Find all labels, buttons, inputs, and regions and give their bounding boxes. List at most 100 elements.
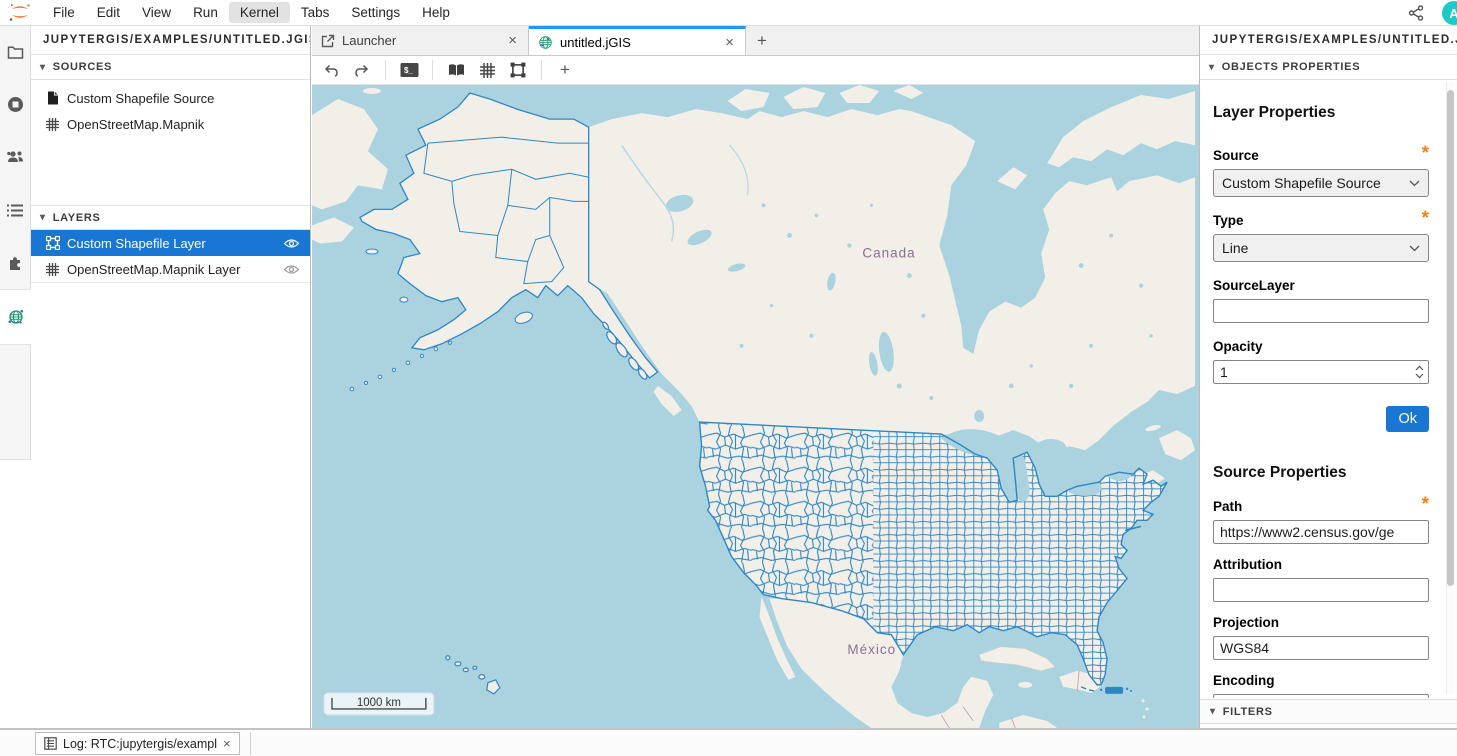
type-select[interactable]: Line <box>1213 234 1429 262</box>
grid-icon <box>45 263 60 276</box>
projection-input[interactable] <box>1213 636 1429 660</box>
attribution-field: Attribution <box>1213 555 1429 602</box>
redo-icon <box>354 64 370 77</box>
log-console-tab[interactable]: Log: RTC:jupytergis/exampl × <box>35 732 240 755</box>
jupyterlab-window: { "menubar": { "items": ["File", "Edit",… <box>0 0 1457 756</box>
activity-sidebar <box>0 26 31 728</box>
menubar-right: A <box>1408 0 1457 26</box>
console-button[interactable]: $_ <box>398 59 420 81</box>
scale-label: 1000 km <box>357 697 401 709</box>
eye-icon[interactable] <box>283 264 300 275</box>
source-item-custom-shapefile[interactable]: Custom Shapefile Source <box>31 85 310 111</box>
required-asterisk: * <box>1422 214 1429 226</box>
layer-item-label: Custom Shapefile Layer <box>67 236 276 251</box>
filters-section-header[interactable]: ▾ FILTERS <box>1200 699 1457 724</box>
menu-item-settings[interactable]: Settings <box>340 2 411 23</box>
redo-button[interactable] <box>351 59 373 81</box>
extensions-tab[interactable] <box>0 236 30 289</box>
main-dock-area: Launcher × untitled.jGIS × + <box>312 26 1199 728</box>
source-select[interactable]: Custom Shapefile Source <box>1213 169 1429 197</box>
tab-untitled-jgis[interactable]: untitled.jGIS × <box>529 26 746 55</box>
projection-field: Projection <box>1213 613 1429 660</box>
launcher-icon <box>321 34 335 48</box>
encoding-input[interactable] <box>1213 694 1429 698</box>
jupytergis-sidebar-tab[interactable] <box>0 292 31 342</box>
book-icon <box>448 63 465 77</box>
source-field: Source * Custom Shapefile Source <box>1213 146 1429 197</box>
sourcelayer-input[interactable] <box>1213 299 1429 323</box>
users-icon <box>6 150 25 164</box>
undo-icon <box>323 64 339 77</box>
source-properties-heading: Source Properties <box>1213 464 1429 482</box>
log-icon <box>44 737 57 750</box>
map-label-canada: Canada <box>862 246 915 261</box>
dock-tab-bar: Launcher × untitled.jGIS × + <box>312 26 1199 56</box>
menu-item-view[interactable]: View <box>131 2 182 23</box>
chevron-down-icon <box>1409 245 1420 252</box>
menu-item-kernel[interactable]: Kernel <box>229 2 290 23</box>
layer-item-custom-shapefile[interactable]: Custom Shapefile Layer <box>31 230 310 256</box>
menu-item-help[interactable]: Help <box>411 2 461 23</box>
chevron-down-icon: ▾ <box>1209 62 1215 73</box>
layer-item-openstreetmap[interactable]: OpenStreetMap.Mapnik Layer <box>31 256 310 282</box>
opacity-input[interactable] <box>1213 360 1429 384</box>
undo-button[interactable] <box>320 59 342 81</box>
eye-icon[interactable] <box>283 238 300 249</box>
close-icon[interactable]: × <box>223 736 231 751</box>
raster-layer-button[interactable] <box>476 59 498 81</box>
layers-section-header[interactable]: ▾ LAYERS <box>31 205 310 230</box>
ok-button[interactable]: Ok <box>1386 406 1429 432</box>
toolbar-separator <box>432 60 433 80</box>
path-input[interactable] <box>1213 520 1429 544</box>
sources-section-header[interactable]: ▾ SOURCES <box>31 55 310 80</box>
required-asterisk: * <box>1422 149 1429 161</box>
select-rectangle-icon <box>510 62 526 78</box>
collaboration-tab[interactable] <box>0 131 30 184</box>
sidebar-lower-strip <box>0 344 31 460</box>
tab-label: untitled.jGIS <box>560 35 631 50</box>
globe-icon <box>538 35 553 50</box>
map-label-mexico: México <box>847 642 896 657</box>
jupytergis-globe-icon <box>7 308 25 326</box>
share-icon[interactable] <box>1408 5 1424 21</box>
add-layer-button[interactable]: + <box>554 59 576 81</box>
file-icon <box>45 91 60 105</box>
attribution-input[interactable] <box>1213 578 1429 602</box>
menu-item-edit[interactable]: Edit <box>86 2 131 23</box>
chevron-down-icon <box>1409 180 1420 187</box>
close-icon[interactable]: × <box>723 35 736 50</box>
number-spinner[interactable] <box>1415 365 1424 379</box>
tab-launcher[interactable]: Launcher × <box>312 26 529 55</box>
properties-form-area: Layer Properties Source * Custom Shapefi… <box>1200 80 1457 698</box>
status-divider <box>250 732 251 755</box>
close-icon[interactable]: × <box>506 33 519 48</box>
svg-text:$_: $_ <box>404 66 413 75</box>
scrollbar-thumb[interactable] <box>1447 90 1454 586</box>
objects-properties-header[interactable]: ▾ OBJECTS PROPERTIES <box>1200 55 1457 80</box>
chevron-down-icon: ▾ <box>1210 706 1216 717</box>
menu-item-run[interactable]: Run <box>182 2 229 23</box>
vector-layer-button[interactable] <box>507 59 529 81</box>
terminal-icon: $_ <box>400 62 419 78</box>
sourcelayer-field: SourceLayer <box>1213 276 1429 323</box>
table-of-contents-tab[interactable] <box>0 184 30 237</box>
layer-properties-heading: Layer Properties <box>1213 104 1429 122</box>
map-canvas[interactable]: Canada México 1000 km <box>312 85 1199 728</box>
toolbar-separator <box>541 60 542 80</box>
right-panel-title: JUPYTERGIS/EXAMPLES/UNTITLED.JGIS <box>1200 26 1457 55</box>
sources-list: Custom Shapefile Source OpenStreetMap.Ma… <box>31 80 310 137</box>
source-item-openstreetmap[interactable]: OpenStreetMap.Mapnik <box>31 111 310 137</box>
new-tab-button[interactable]: + <box>746 26 778 55</box>
log-tab-label: Log: RTC:jupytergis/exampl <box>63 737 217 751</box>
source-item-label: OpenStreetMap.Mapnik <box>67 117 300 132</box>
source-item-label: Custom Shapefile Source <box>67 91 300 106</box>
left-panel-title: JUPYTERGIS/EXAMPLES/UNTITLED.JGIS <box>31 26 310 55</box>
running-kernels-tab[interactable] <box>0 79 30 132</box>
file-browser-tab[interactable] <box>0 26 30 79</box>
menu-item-tabs[interactable]: Tabs <box>290 2 341 23</box>
scale-line: 1000 km <box>324 693 434 715</box>
layers-list: Custom Shapefile Layer OpenStreetMap.Map… <box>31 230 310 283</box>
identify-button[interactable] <box>445 59 467 81</box>
user-avatar[interactable]: A <box>1442 1 1457 25</box>
menu-item-file[interactable]: File <box>42 2 86 23</box>
